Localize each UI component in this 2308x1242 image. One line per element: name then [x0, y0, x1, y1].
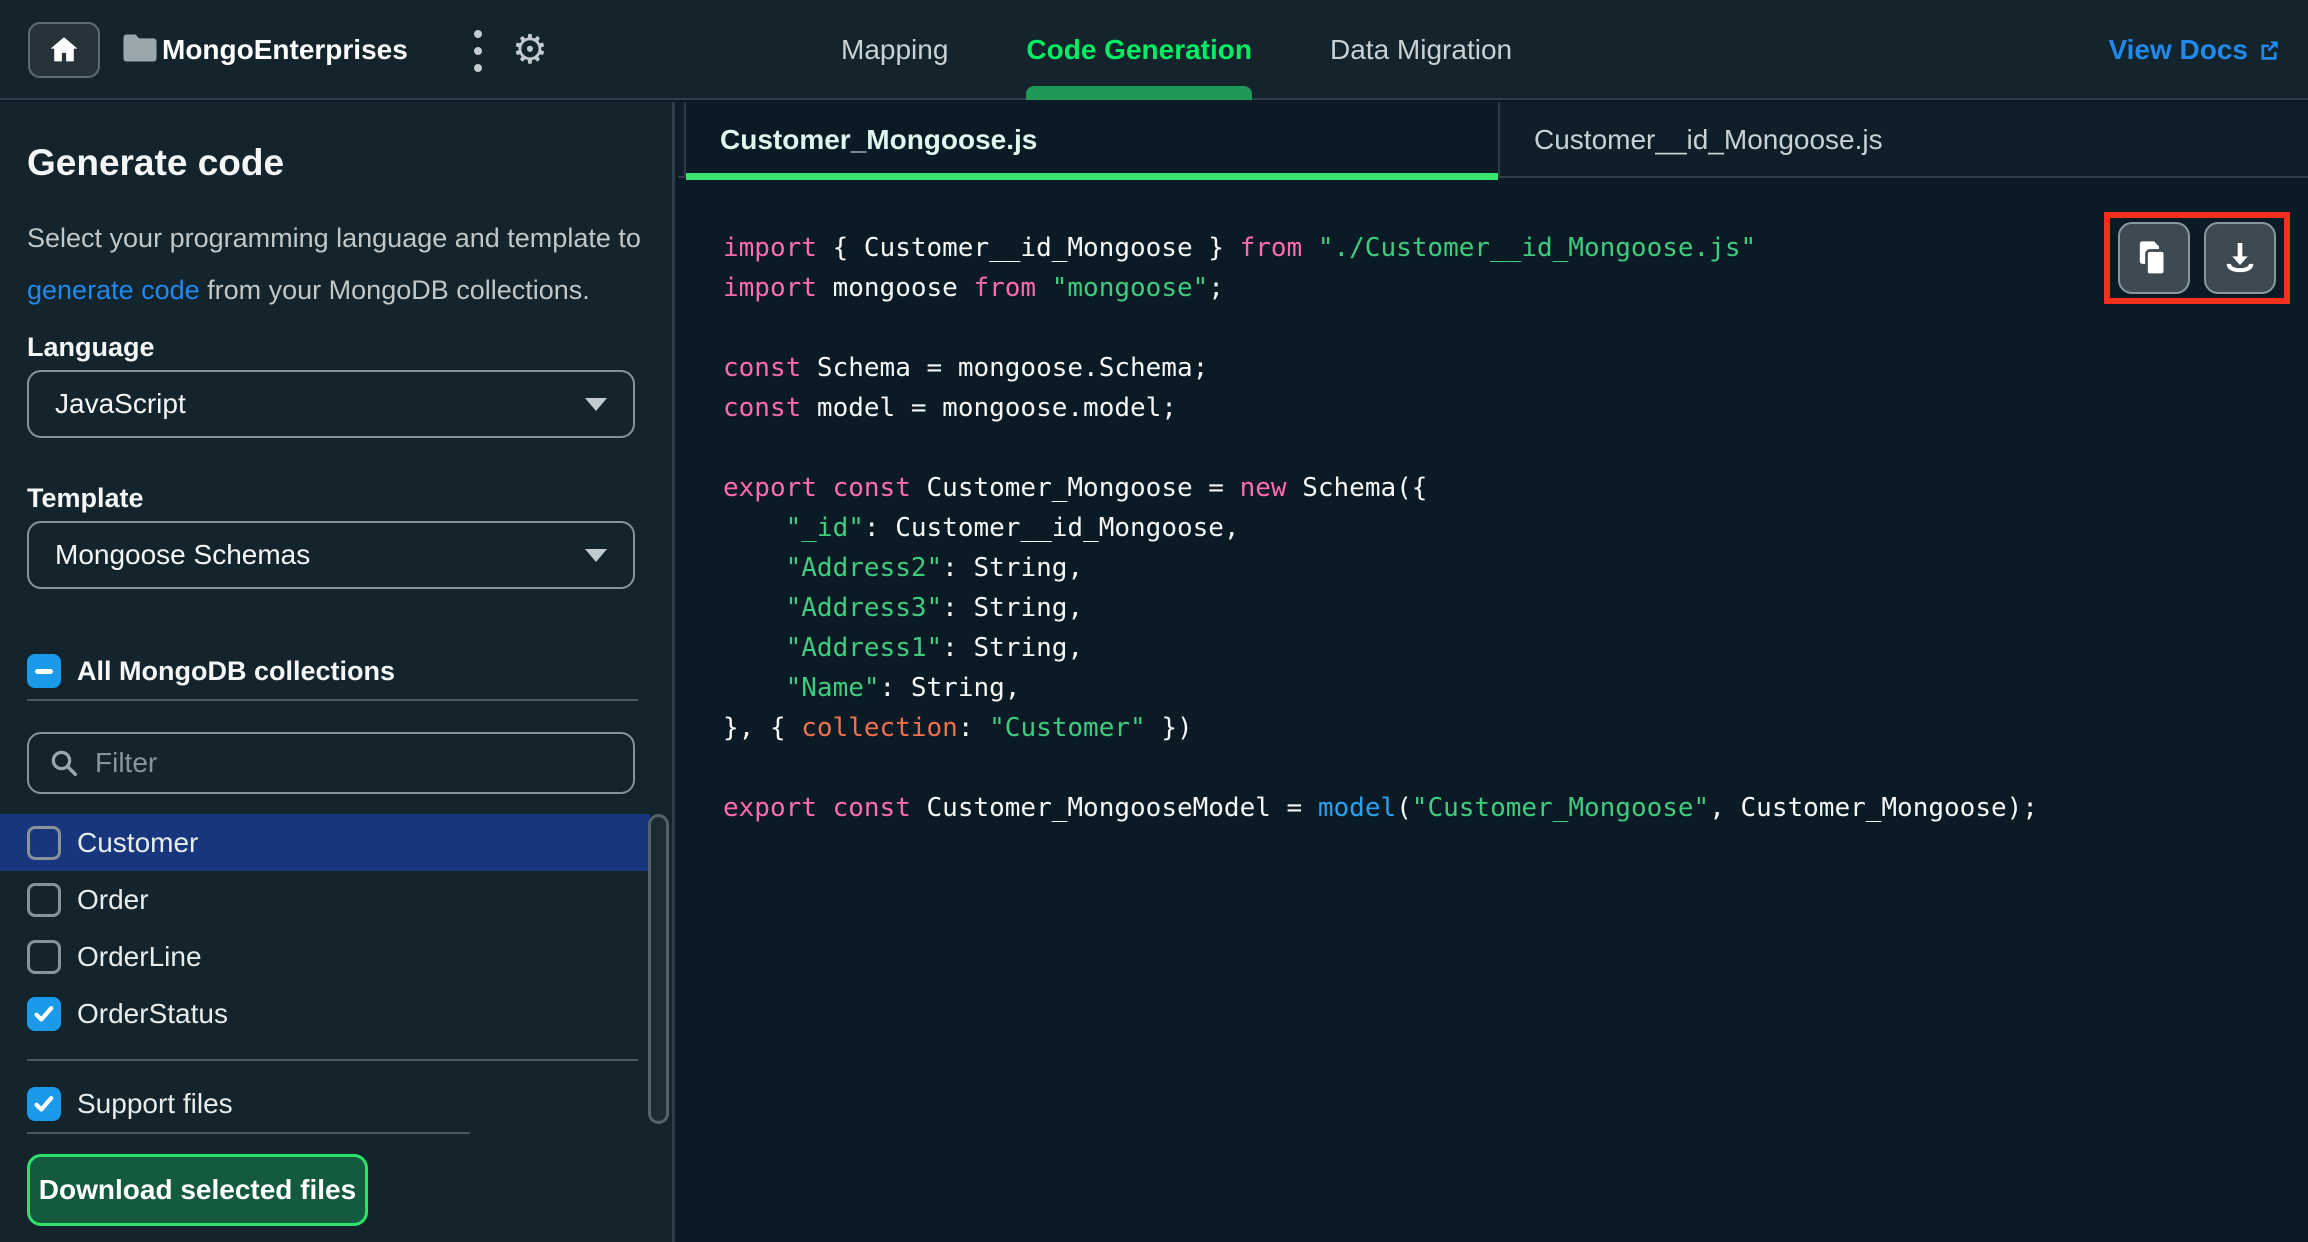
collection-name: Customer [77, 826, 199, 858]
checkbox-checked-icon[interactable] [27, 996, 61, 1031]
code-line: const model = mongoose.model; [723, 393, 1177, 423]
active-file-tab-underline [686, 173, 1498, 180]
download-selected-files-button[interactable]: Download selected files [27, 1154, 368, 1226]
topbar: MongoEnterprises ⚙ Mapping Code Generati… [0, 0, 2308, 100]
collection-row[interactable]: OrderLine [0, 928, 650, 985]
tab-mapping[interactable]: Mapping [835, 0, 954, 100]
all-collections-toggle[interactable]: All MongoDB collections [27, 654, 395, 688]
code-line: export const Customer_MongooseModel = mo… [723, 793, 2038, 823]
main-nav: Mapping Code Generation Data Migration [835, 0, 1518, 100]
sidebar-scrollbar-thumb[interactable] [648, 814, 669, 1124]
checkbox-indeterminate-icon[interactable] [27, 654, 61, 688]
filter-box [27, 732, 635, 794]
collection-row[interactable]: OrderStatus [0, 985, 650, 1042]
home-button[interactable] [28, 22, 100, 78]
language-select[interactable]: JavaScript [27, 370, 635, 438]
support-files-toggle[interactable]: Support files [27, 1075, 233, 1132]
chevron-down-icon [585, 397, 607, 411]
template-label: Template [27, 483, 144, 513]
code-line: "Address3": String, [785, 593, 1084, 623]
active-tab-indicator [1026, 86, 1253, 100]
code-line: "_id": Customer__id_Mongoose, [785, 513, 1240, 543]
code-line: "Address1": String, [785, 633, 1084, 663]
view-docs-link[interactable]: View Docs [2108, 0, 2282, 100]
code-editor-panel: Customer_Mongoose.js Customer__id_Mongoo… [678, 102, 2308, 1242]
collection-row[interactable]: Order [0, 871, 650, 928]
chevron-down-icon [585, 548, 607, 562]
code-line: "Address2": String, [785, 553, 1084, 583]
home-icon [50, 37, 78, 62]
project-name: MongoEnterprises [162, 34, 408, 65]
collection-row[interactable]: Customer [0, 814, 650, 871]
code-line: export const Customer_Mongoose = new Sch… [723, 473, 1428, 503]
tab-data-migration[interactable]: Data Migration [1324, 0, 1518, 100]
divider [27, 1059, 638, 1061]
code-line: "Name": String, [785, 673, 1021, 703]
code-area: import { Customer__id_Mongoose } from ".… [678, 180, 2308, 1242]
highlighted-action-box [2104, 212, 2290, 304]
filter-input[interactable] [95, 747, 575, 779]
file-tab-customer-id-mongoose[interactable]: Customer__id_Mongoose.js [1500, 102, 2308, 178]
copy-icon [2139, 241, 2167, 276]
page-title: Generate code [27, 142, 285, 183]
code-line: const Schema = mongoose.Schema; [723, 353, 1209, 383]
checkbox-checked-icon[interactable] [27, 1086, 61, 1121]
collection-name: OrderStatus [77, 997, 228, 1029]
folder-icon [123, 34, 157, 62]
divider [27, 1132, 470, 1134]
collection-name: Order [77, 883, 149, 915]
code-line: import mongoose from "mongoose"; [723, 273, 1224, 303]
divider [27, 699, 638, 701]
language-label: Language [27, 332, 155, 362]
code-line: import { Customer__id_Mongoose } from ".… [723, 233, 1757, 263]
file-tab-customer-mongoose[interactable]: Customer_Mongoose.js [684, 102, 1500, 180]
all-collections-label: All MongoDB collections [77, 655, 396, 686]
tab-code-generation[interactable]: Code Generation [1020, 0, 1258, 100]
description-text: Select your programming language and tem… [27, 223, 641, 305]
checkbox-unchecked-icon[interactable] [27, 882, 61, 917]
generate-code-link[interactable]: generate code [27, 275, 200, 305]
checkbox-unchecked-icon[interactable] [27, 825, 61, 860]
file-tabbar: Customer_Mongoose.js Customer__id_Mongoo… [678, 102, 2308, 180]
code-line: }, { collection: "Customer" }) [723, 713, 1193, 743]
search-icon [51, 750, 77, 776]
download-code-button[interactable] [2204, 222, 2276, 294]
kebab-menu-icon[interactable] [466, 30, 490, 72]
gear-icon[interactable]: ⚙ [512, 22, 548, 78]
support-files-label: Support files [77, 1087, 233, 1119]
external-link-icon [2261, 41, 2278, 60]
collection-name: OrderLine [77, 940, 202, 972]
sidebar: Generate code Select your programming la… [0, 102, 675, 1242]
code-content: import { Customer__id_Mongoose } from ".… [723, 228, 2038, 828]
template-select[interactable]: Mongoose Schemas [27, 521, 635, 589]
checkbox-unchecked-icon[interactable] [27, 939, 61, 974]
copy-code-button[interactable] [2118, 222, 2190, 294]
collections-list: Customer Order OrderLine OrderStatus [0, 814, 650, 1042]
download-icon [2226, 243, 2254, 273]
